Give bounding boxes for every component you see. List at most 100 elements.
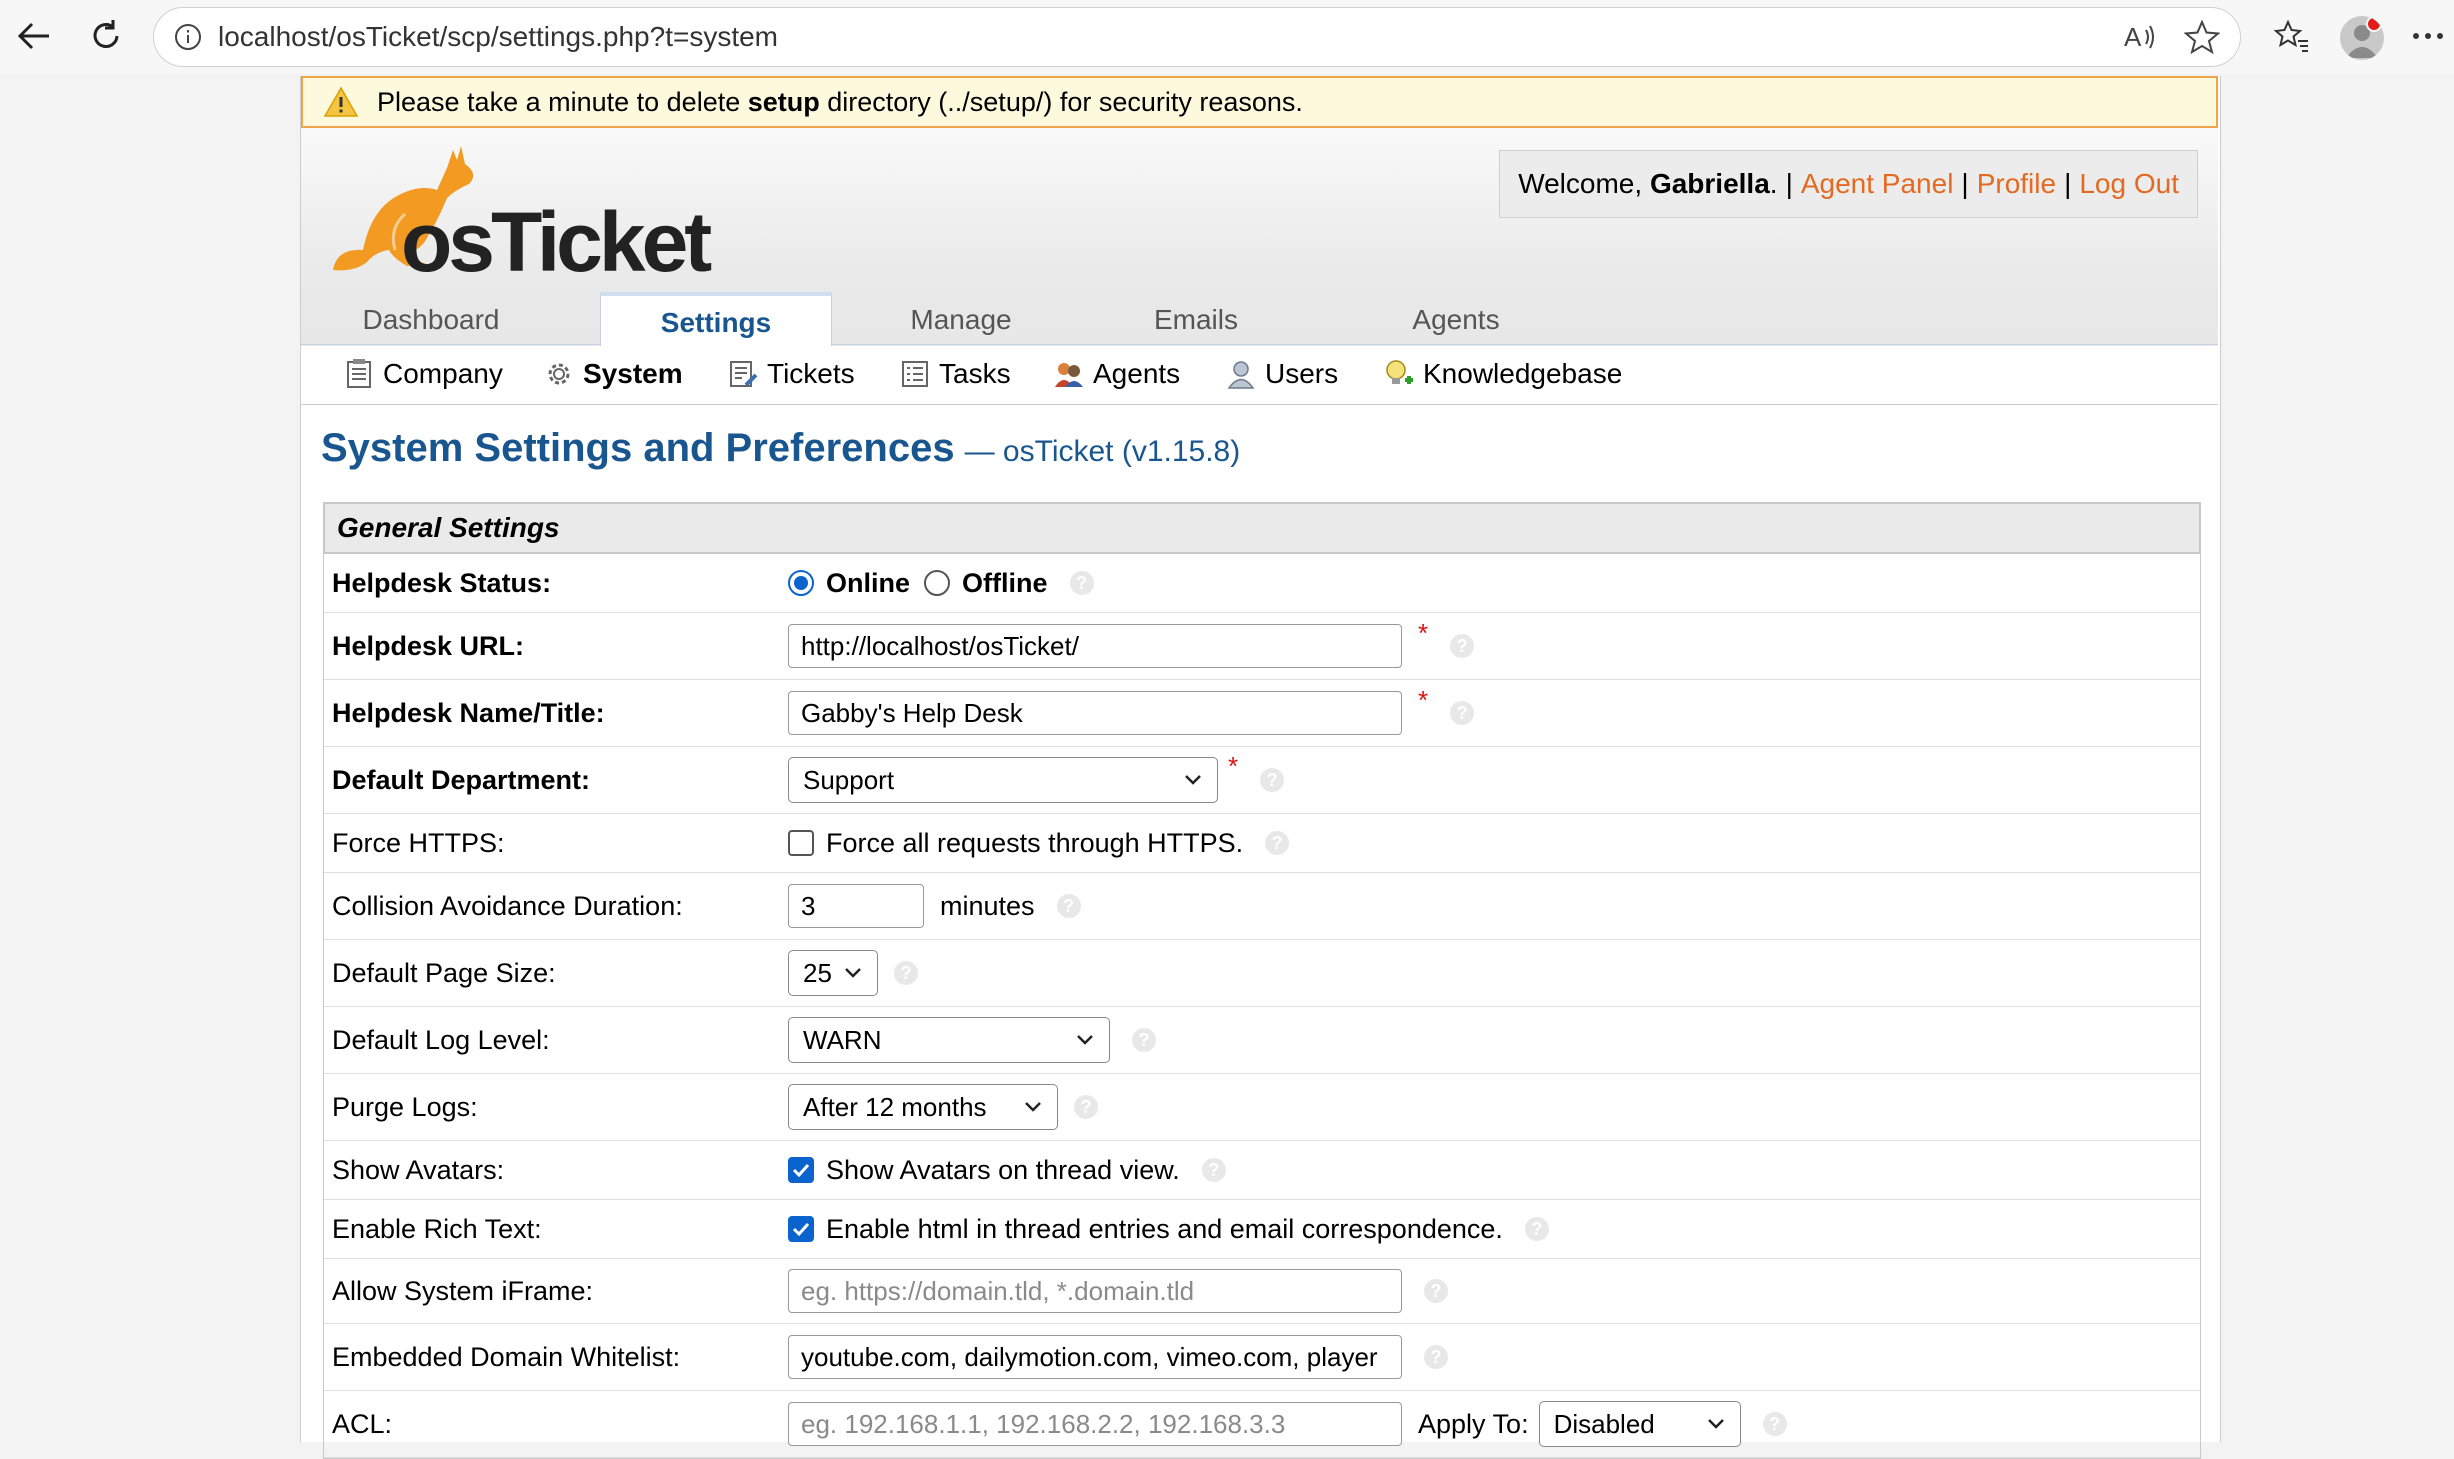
checkmark-icon [792, 1163, 810, 1177]
logout-link[interactable]: Log Out [2079, 168, 2179, 200]
profile-link[interactable]: Profile [1977, 168, 2056, 200]
favorites-button[interactable] [2270, 14, 2314, 58]
tab-manage[interactable]: Manage [861, 296, 1061, 344]
row-helpdesk-name: Helpdesk Name/Title: Gabby's Help Desk *… [324, 680, 2200, 747]
field-label: Default Log Level: [332, 1024, 550, 1055]
separator: | [2064, 168, 2072, 199]
select-value: After 12 months [803, 1091, 987, 1122]
tab-settings[interactable]: Settings [600, 292, 832, 351]
online-label: Online [826, 567, 911, 598]
offline-radio[interactable] [924, 570, 951, 596]
ticket-edit-icon [727, 358, 759, 390]
rich-text-checkbox[interactable] [788, 1216, 814, 1242]
help-icon[interactable]: ? [1450, 634, 1475, 658]
help-icon[interactable]: ? [1762, 1412, 1787, 1436]
department-select[interactable]: Support [788, 757, 1218, 803]
notification-dot [2366, 16, 2382, 32]
help-icon[interactable]: ? [1074, 1095, 1098, 1119]
site-header: osTicket Welcome, Gabriella. | Agent Pan… [301, 128, 2218, 366]
help-icon[interactable]: ? [1132, 1028, 1156, 1052]
help-icon[interactable]: ? [894, 961, 918, 985]
reload-button[interactable] [82, 12, 130, 60]
iframe-field-wrap: eg. https://domain.tld, *.domain.tld ? [788, 1269, 1448, 1313]
subnav-system[interactable]: System [543, 358, 683, 390]
subnav-tasks[interactable]: Tasks [899, 358, 1011, 390]
collision-field-wrap: 3 minutes ? [788, 884, 1081, 928]
log-level-select[interactable]: WARN [788, 1017, 1110, 1063]
subnav-users[interactable]: Users [1225, 358, 1338, 390]
separator: | [1961, 168, 1969, 199]
field-label: Show Avatars: [332, 1154, 505, 1185]
subnav-label: Tasks [939, 358, 1011, 389]
online-radio[interactable] [788, 570, 814, 596]
help-icon[interactable]: ? [1265, 831, 1290, 855]
chevron-down-icon [1025, 1102, 1041, 1112]
address-bar[interactable]: localhost/osTicket/scp/settings.php?t=sy… [153, 7, 2241, 67]
version-text: — osTicket (v1.15.8) [964, 435, 1241, 468]
ost-logo[interactable]: osTicket [319, 138, 719, 289]
help-icon[interactable]: ? [1450, 701, 1475, 725]
task-list-icon [899, 358, 931, 390]
help-icon[interactable]: ? [1524, 1217, 1549, 1241]
field-label: Enable Rich Text: [332, 1213, 542, 1244]
status-options: Online Offline ? [788, 568, 1094, 599]
acl-field-wrap: eg. 192.168.1.1, 192.168.2.2, 192.168.3.… [788, 1401, 1787, 1447]
help-icon[interactable]: ? [1260, 768, 1285, 792]
purge-logs-select[interactable]: After 12 months [788, 1084, 1058, 1130]
favorites-list-icon [2274, 19, 2308, 52]
acl-input[interactable]: eg. 192.168.1.1, 192.168.2.2, 192.168.3.… [788, 1402, 1402, 1446]
row-show-avatars: Show Avatars: Show Avatars on thread vie… [324, 1141, 2200, 1200]
apply-to-select[interactable]: Disabled [1538, 1401, 1741, 1447]
subnav-label: Knowledgebase [1423, 358, 1623, 389]
field-label: Helpdesk URL: [332, 630, 525, 661]
checkmark-icon [792, 1222, 810, 1236]
chevron-down-icon [1185, 775, 1201, 785]
field-label: Helpdesk Status: [332, 567, 552, 598]
site-info-icon[interactable] [172, 21, 204, 53]
subnav-knowledgebase[interactable]: Knowledgebase [1383, 358, 1622, 390]
field-label: Helpdesk Name/Title: [332, 697, 605, 728]
warning-prefix: Please take a minute to delete [377, 86, 748, 117]
tab-agents[interactable]: Agents [1371, 296, 1541, 344]
chevron-down-icon [1707, 1419, 1724, 1429]
help-icon[interactable]: ? [1056, 894, 1081, 918]
helpdesk-url-input[interactable]: http://localhost/osTicket/ [788, 624, 1402, 668]
subnav-label: Users [1265, 358, 1339, 389]
subnav-label: Tickets [767, 358, 855, 389]
iframe-input[interactable]: eg. https://domain.tld, *.domain.tld [788, 1269, 1402, 1313]
checkbox-text: Show Avatars on thread view. [826, 1154, 1180, 1185]
field-label: Purge Logs: [332, 1091, 478, 1122]
force-https-checkbox[interactable] [788, 830, 814, 856]
help-icon[interactable]: ? [1069, 571, 1094, 595]
page-size-select[interactable]: 25 [788, 950, 878, 996]
more-menu-button[interactable] [2406, 14, 2450, 58]
checkbox-text: Force all requests through HTTPS. [826, 827, 1244, 858]
row-collision-avoidance: Collision Avoidance Duration: 3 minutes … [324, 873, 2200, 940]
back-button[interactable] [10, 12, 58, 60]
help-icon[interactable]: ? [1424, 1345, 1448, 1369]
subnav-company[interactable]: Company [343, 358, 503, 390]
show-avatars-checkbox[interactable] [788, 1157, 814, 1183]
read-aloud-icon[interactable]: A [2122, 20, 2158, 54]
chevron-down-icon [845, 968, 861, 978]
url-text[interactable]: localhost/osTicket/scp/settings.php?t=sy… [218, 21, 778, 53]
welcome-dot: . [1769, 168, 1778, 199]
logo-text: osTicket [401, 195, 712, 289]
tab-dashboard[interactable]: Dashboard [341, 296, 521, 344]
required-star: * [1228, 751, 1239, 781]
name-field-wrap: Gabby's Help Desk * ? [788, 685, 1475, 735]
agent-panel-link[interactable]: Agent Panel [1801, 168, 1954, 200]
subnav-agents[interactable]: Agents [1053, 358, 1180, 390]
whitelist-input[interactable]: youtube.com, dailymotion.com, vimeo.com,… [788, 1335, 1402, 1379]
profile-avatar[interactable] [2340, 16, 2384, 60]
favorite-star-icon[interactable] [2184, 20, 2220, 54]
subnav-tickets[interactable]: Tickets [727, 358, 855, 390]
field-label: Allow System iFrame: [332, 1275, 594, 1306]
field-label: Default Department: [332, 764, 591, 795]
help-icon[interactable]: ? [1201, 1158, 1226, 1182]
users-icon [1225, 358, 1257, 390]
tab-emails[interactable]: Emails [1111, 296, 1281, 344]
collision-duration-input[interactable]: 3 [788, 884, 924, 928]
help-icon[interactable]: ? [1424, 1279, 1448, 1303]
helpdesk-name-input[interactable]: Gabby's Help Desk [788, 691, 1402, 735]
